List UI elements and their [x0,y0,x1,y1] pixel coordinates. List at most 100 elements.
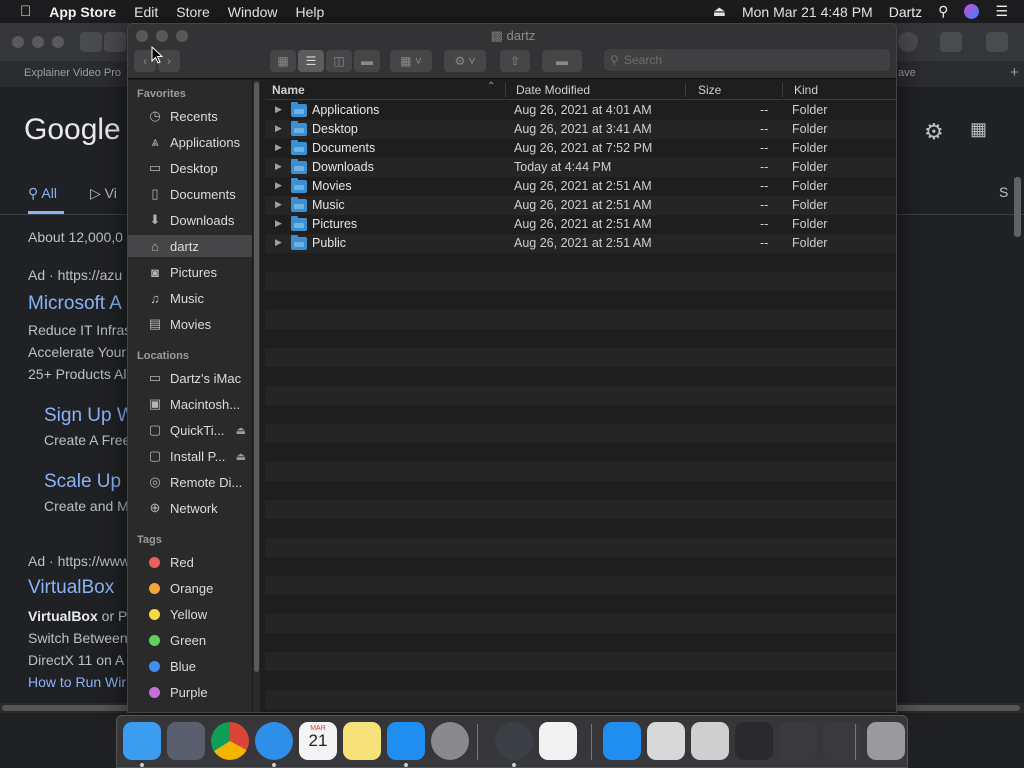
sidebar-tag-purple[interactable]: Purple [128,681,252,703]
sidebar-item-network[interactable]: ⊕ Network [128,497,252,519]
calendar-icon[interactable]: MAR 21 [299,722,337,760]
clock[interactable]: Mon Mar 21 4:48 PM [742,4,873,20]
search-tab-overflow[interactable]: S [999,184,1008,200]
menu-edit[interactable]: Edit [134,4,158,20]
search-tab-videos[interactable]: ▷ Vi [90,185,117,202]
gallery-view-icon[interactable]: ▬ [354,50,380,72]
sidebar-item-desktop[interactable]: ▭ Desktop [128,157,252,179]
sidebar-tag-orange[interactable]: Orange [128,577,252,599]
new-tab-icon[interactable]: + [1010,64,1019,81]
ad-title-link[interactable]: Microsoft A [28,293,122,315]
browser-tab[interactable]: ave [898,67,916,79]
apple-menu-icon[interactable]:  [20,3,31,20]
sidebar-item-pictures[interactable]: ◙ Pictures [128,261,252,283]
chrome-icon[interactable] [211,722,249,760]
sidebar-item-movies[interactable]: ▤ Movies [128,313,252,335]
google-logo[interactable]: Google [24,113,121,147]
browser-forward-button[interactable] [104,32,126,52]
disclosure-triangle-icon[interactable]: ▶ [275,123,282,134]
browser-zoom-button[interactable] [52,36,64,48]
sidebar-item-downloads[interactable]: ⬇ Downloads [128,209,252,231]
share-icon[interactable]: ⇧ [500,50,530,72]
eject-icon[interactable]: ⏏ [236,424,246,437]
app-menu[interactable]: App Store [49,4,116,20]
recent-window-icon[interactable] [691,722,729,760]
eject-icon[interactable]: ⏏ [236,450,246,463]
browser-add-icon[interactable] [898,32,918,52]
trash-icon[interactable] [867,722,905,760]
launchpad-icon[interactable] [167,722,205,760]
column-divider[interactable] [782,83,783,97]
siri-icon[interactable] [964,4,980,19]
sidebar-tag-yellow[interactable]: Yellow [128,603,252,625]
recent-window-icon[interactable] [779,722,817,760]
disclosure-triangle-icon[interactable]: ▶ [275,237,282,248]
sidebar-item-dartz[interactable]: ⌂ dartz [128,235,252,257]
column-date-modified[interactable]: Date Modified [516,83,590,97]
sidebar-tag-green[interactable]: Green [128,629,252,651]
ad-link[interactable]: How to Run Wir [28,674,126,690]
menu-store[interactable]: Store [176,4,209,20]
tag-icon[interactable]: ▬ [542,50,582,72]
column-kind[interactable]: Kind [794,83,818,97]
sitelink-title[interactable]: Scale Up [44,471,121,493]
file-row[interactable]: ▶ Documents Aug 26, 2021 at 7:52 PM -- Folde… [265,139,896,158]
browser-close-button[interactable] [12,36,24,48]
file-row[interactable]: ▶ Applications Aug 26, 2021 at 4:01 AM -- Fo… [265,101,896,120]
sidebar-item-recents[interactable]: ◷ Recents [128,105,252,127]
finder-icon[interactable] [123,722,161,760]
spotlight-search-icon[interactable]: ⚲ [938,3,948,20]
control-center-icon[interactable]: ☰ [995,3,1008,20]
disclosure-triangle-icon[interactable]: ▶ [275,161,282,172]
disclosure-triangle-icon[interactable]: ▶ [275,218,282,229]
sort-ascending-icon[interactable]: ⌃ [487,81,495,92]
browser-minimize-button[interactable] [32,36,44,48]
menu-help[interactable]: Help [296,4,325,20]
disclosure-triangle-icon[interactable]: ▶ [275,142,282,153]
sidebar-item-macintosh[interactable]: ▣ Macintosh... [128,393,252,415]
search-field[interactable]: ⚲ Search [604,49,890,71]
sidebar-item-install-p[interactable]: ▢ Install P... ⏏ [128,445,252,467]
user-menu[interactable]: Dartz [889,4,922,20]
column-size[interactable]: Size [698,83,721,97]
sidebar-tag-red[interactable]: Red [128,551,252,573]
sidebar-item-documents[interactable]: ▯ Documents [128,183,252,205]
column-name[interactable]: Name [272,83,305,97]
column-view-icon[interactable]: ◫ [326,50,352,72]
ad-title-link[interactable]: VirtualBox [28,577,114,599]
system-preferences-icon[interactable] [431,722,469,760]
list-view-icon[interactable]: ☰ [298,50,324,72]
file-row[interactable]: ▶ Desktop Aug 26, 2021 at 3:41 AM -- Folder [265,120,896,139]
sidebar-item-quickti[interactable]: ▢ QuickTi... ⏏ [128,419,252,441]
column-divider[interactable] [685,83,686,97]
sidebar-item-remote-di[interactable]: ◎ Remote Di... [128,471,252,493]
sidebar-item-applications[interactable]: ⩓ Applications [128,131,252,153]
disclosure-triangle-icon[interactable]: ▶ [275,104,282,115]
disclosure-triangle-icon[interactable]: ▶ [275,180,282,191]
file-row[interactable]: ▶ Movies Aug 26, 2021 at 2:51 AM -- Folder [265,177,896,196]
recent-window-icon[interactable] [735,722,773,760]
sidebar-scrollbar[interactable] [252,80,260,712]
browser-tab[interactable]: Explainer Video Pro [24,67,121,79]
file-row[interactable]: ▶ Downloads Today at 4:44 PM -- Folder [265,158,896,177]
file-row[interactable]: ▶ Pictures Aug 26, 2021 at 2:51 AM -- Folder [265,215,896,234]
menu-window[interactable]: Window [228,4,278,20]
sidebar-tag-blue[interactable]: Blue [128,655,252,677]
action-gear-icon[interactable]: ⚙ ˅ [444,50,486,72]
app-store-download-icon[interactable] [603,722,641,760]
quicktime-icon[interactable] [495,722,533,760]
settings-gear-icon[interactable]: ⚙ [924,119,944,145]
eject-icon[interactable]: ⏏ [713,3,726,20]
reminders-icon[interactable] [539,722,577,760]
group-by-icon[interactable]: ▦ ˅ [390,50,432,72]
icon-view-icon[interactable]: ▦ [270,50,296,72]
file-row[interactable]: ▶ Music Aug 26, 2021 at 2:51 AM -- Folder [265,196,896,215]
page-scrollbar[interactable] [1014,177,1021,237]
disclosure-triangle-icon[interactable]: ▶ [275,199,282,210]
tabs-overview-icon[interactable] [986,32,1008,52]
file-row[interactable]: ▶ Public Aug 26, 2021 at 2:51 AM -- Folder [265,234,896,253]
scrollbar-thumb[interactable] [254,82,259,672]
safari-icon[interactable] [255,722,293,760]
sidebar-item-music[interactable]: ♫ Music [128,287,252,309]
sitelink-title[interactable]: Sign Up W [44,405,135,427]
